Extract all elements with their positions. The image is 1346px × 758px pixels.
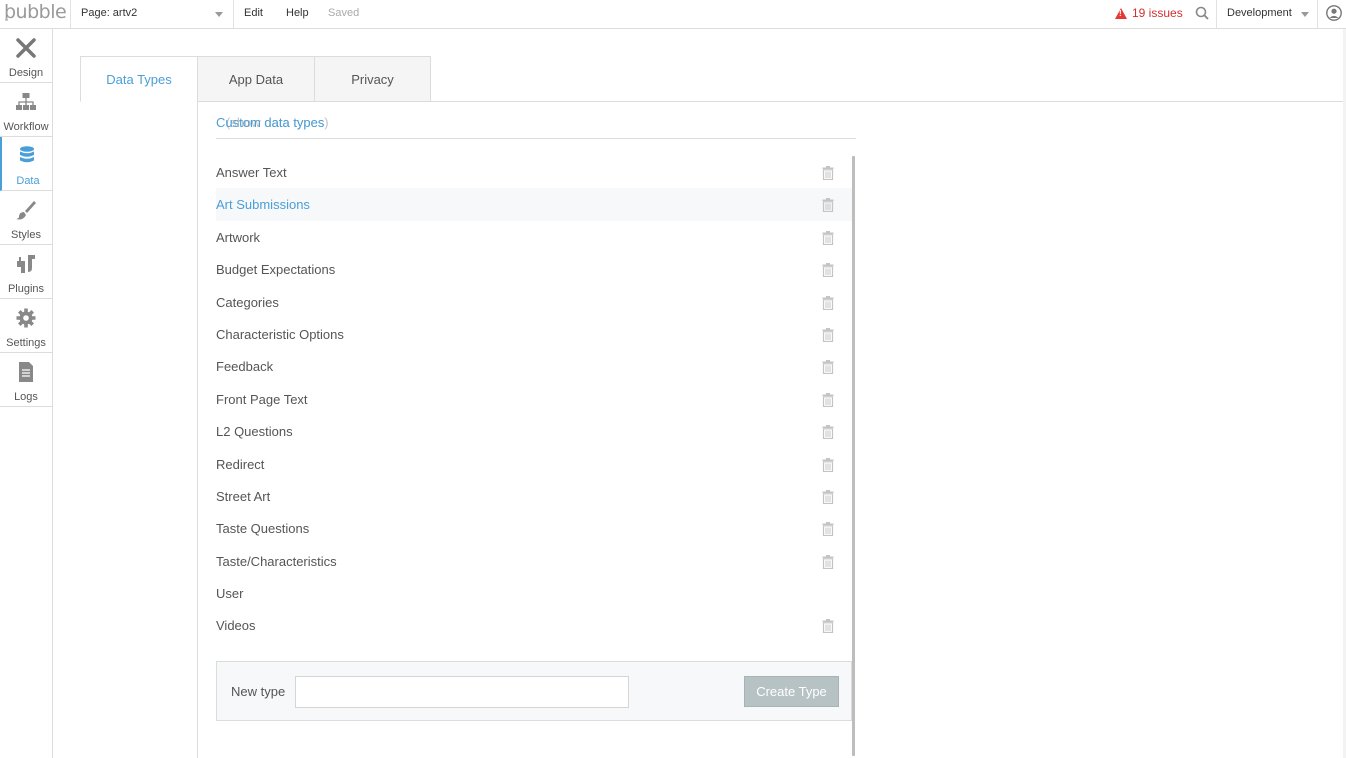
data-type-name[interactable]: Street Art [216, 489, 270, 504]
tab-data-types[interactable]: Data Types [80, 56, 198, 102]
data-tabs: Data Types App Data Privacy [80, 56, 431, 102]
page-selector-label: Page: artv2 [81, 7, 138, 19]
sidebar-item-design[interactable]: Design [0, 29, 52, 83]
document-icon [19, 362, 33, 382]
data-type-name[interactable]: User [216, 586, 243, 601]
trash-icon[interactable] [822, 489, 834, 504]
sidebar-item-label: Plugins [7, 283, 45, 295]
issues-indicator[interactable]: 19 issues [1115, 6, 1183, 20]
data-type-name[interactable]: Videos [216, 618, 256, 633]
sidebar-item-logs[interactable]: Logs [0, 353, 52, 407]
trash-icon[interactable] [822, 263, 834, 278]
data-type-name[interactable]: Taste Questions [216, 521, 309, 536]
sidebar-item-settings[interactable]: Settings [0, 299, 52, 353]
chevron-down-icon [215, 12, 223, 17]
edit-menu[interactable]: Edit [244, 7, 263, 19]
trash-icon[interactable] [822, 619, 834, 634]
sidebar-item-plugins[interactable]: Plugins [0, 245, 52, 299]
data-type-row[interactable]: L2 Questions [216, 415, 852, 447]
design-icon [16, 38, 36, 58]
data-type-name[interactable]: L2 Questions [216, 424, 293, 439]
database-icon [20, 146, 34, 163]
data-type-name[interactable]: Redirect [216, 457, 264, 472]
data-type-name[interactable]: Taste/Characteristics [216, 554, 337, 569]
tab-app-data[interactable]: App Data [197, 56, 315, 102]
trash-icon[interactable] [822, 327, 834, 342]
tab-divider [430, 101, 1346, 102]
trash-icon[interactable] [822, 554, 834, 569]
search-icon[interactable] [1195, 6, 1209, 20]
trash-icon[interactable] [822, 166, 834, 180]
environment-label: Development [1227, 7, 1292, 19]
trash-icon[interactable] [822, 230, 834, 245]
data-type-row[interactable]: Art Submissions [216, 188, 852, 221]
trash-icon[interactable] [822, 457, 834, 472]
data-type-name[interactable]: Front Page Text [216, 392, 308, 407]
trash-icon[interactable] [822, 392, 834, 407]
top-bar: bubble Page: artv2 Edit Help Saved 19 is… [0, 0, 1346, 29]
new-type-input[interactable] [295, 676, 629, 708]
help-menu[interactable]: Help [286, 7, 309, 19]
sidebar-item-label: Logs [14, 391, 38, 403]
data-type-row[interactable]: Answer Text [216, 156, 852, 188]
data-type-name[interactable]: Categories [216, 295, 279, 310]
data-type-name[interactable]: Artwork [216, 230, 260, 245]
custom-data-types-header: (show data types) Custom data types [216, 115, 856, 139]
trash-icon[interactable] [822, 198, 834, 213]
gear-icon [16, 308, 36, 328]
sidebar-item-workflow[interactable]: Workflow [0, 83, 52, 137]
environment-selector[interactable]: Development [1216, 0, 1318, 28]
data-types-list: Answer Text Art Submissions Artwork Budget … [216, 156, 852, 642]
plug-icon [17, 255, 35, 273]
workflow-icon [16, 93, 36, 110]
data-type-row[interactable]: Taste/Characteristics [216, 545, 852, 577]
data-type-row[interactable]: Characteristic Options [216, 318, 852, 350]
left-sidebar: Design Workflow Data Styles Plugins Sett… [0, 29, 53, 758]
create-type-button[interactable]: Create Type [744, 676, 839, 707]
trash-icon[interactable] [822, 425, 834, 440]
trash-icon[interactable] [822, 295, 834, 310]
data-type-row[interactable]: Street Art [216, 480, 852, 512]
warning-icon [1115, 7, 1127, 19]
data-type-row[interactable]: Taste Questions [216, 512, 852, 544]
scrollbar[interactable] [852, 156, 855, 756]
data-type-name[interactable]: Art Submissions [216, 197, 310, 212]
data-type-row[interactable]: Videos [216, 609, 852, 641]
data-type-row[interactable]: Artwork [216, 221, 852, 253]
data-type-name[interactable]: Feedback [216, 359, 273, 374]
bubble-logo[interactable]: bubble [4, 1, 67, 27]
trash-icon[interactable] [822, 522, 834, 537]
sidebar-item-styles[interactable]: Styles [0, 191, 52, 245]
sidebar-item-label: Data [16, 175, 40, 187]
sidebar-item-label: Styles [11, 229, 41, 241]
data-type-name[interactable]: Budget Expectations [216, 262, 335, 277]
sidebar-item-label: Settings [6, 337, 46, 349]
data-type-name[interactable]: Characteristic Options [216, 327, 344, 342]
page-selector[interactable]: Page: artv2 [70, 0, 234, 28]
user-account-icon[interactable] [1326, 5, 1342, 21]
data-type-row[interactable]: Categories [216, 286, 852, 318]
column-divider [197, 101, 198, 758]
sidebar-item-data[interactable]: Data [0, 137, 52, 191]
new-type-panel: New type Create Type [216, 661, 852, 721]
data-type-row[interactable]: Budget Expectations [216, 253, 852, 285]
data-type-row[interactable]: User [216, 577, 852, 609]
issues-count: 19 issues [1132, 6, 1183, 20]
data-type-row[interactable]: Redirect [216, 448, 852, 480]
tab-privacy[interactable]: Privacy [314, 56, 431, 102]
chevron-down-icon [1301, 12, 1309, 17]
data-type-row[interactable]: Feedback [216, 350, 852, 382]
section-title: Custom data types [216, 115, 325, 130]
sidebar-item-label: Design [8, 67, 44, 79]
sidebar-item-label: Workflow [3, 121, 49, 133]
data-type-row[interactable]: Front Page Text [216, 383, 852, 415]
trash-icon[interactable] [822, 360, 834, 375]
data-type-name[interactable]: Answer Text [216, 165, 287, 180]
brush-icon [16, 201, 36, 220]
save-status: Saved [328, 7, 360, 19]
new-type-label: New type [231, 684, 286, 699]
